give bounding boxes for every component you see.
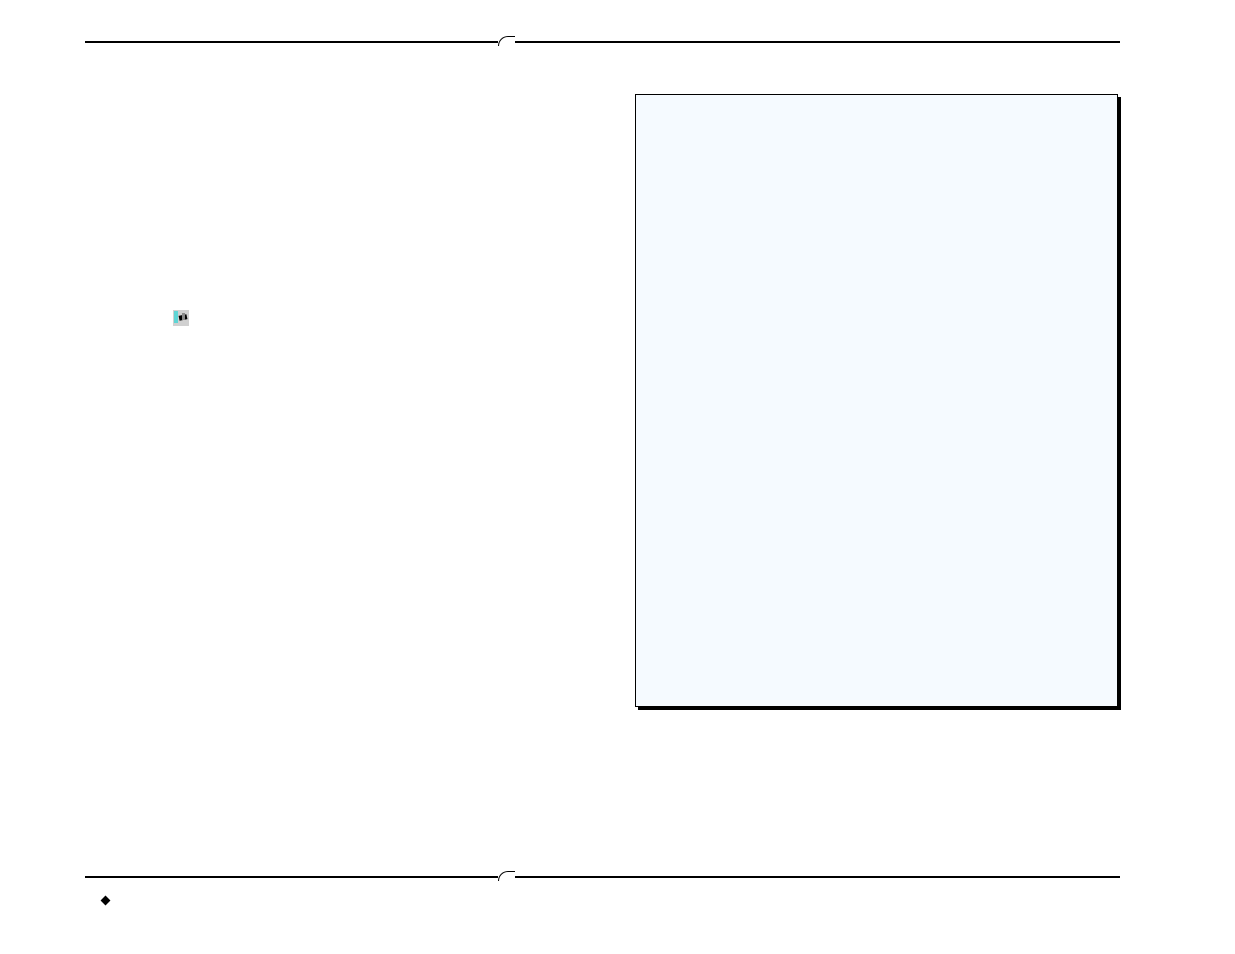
header-rule-curve (498, 36, 515, 46)
header-rule-right (515, 41, 1120, 43)
page-icon (173, 310, 189, 326)
bullet-diamond-icon (101, 896, 111, 906)
footer-rule-curve (498, 871, 515, 881)
content-panel (635, 94, 1118, 707)
header-rule-left (85, 41, 498, 43)
footer-rule-left (85, 876, 498, 878)
footer-rule-right (515, 876, 1120, 878)
